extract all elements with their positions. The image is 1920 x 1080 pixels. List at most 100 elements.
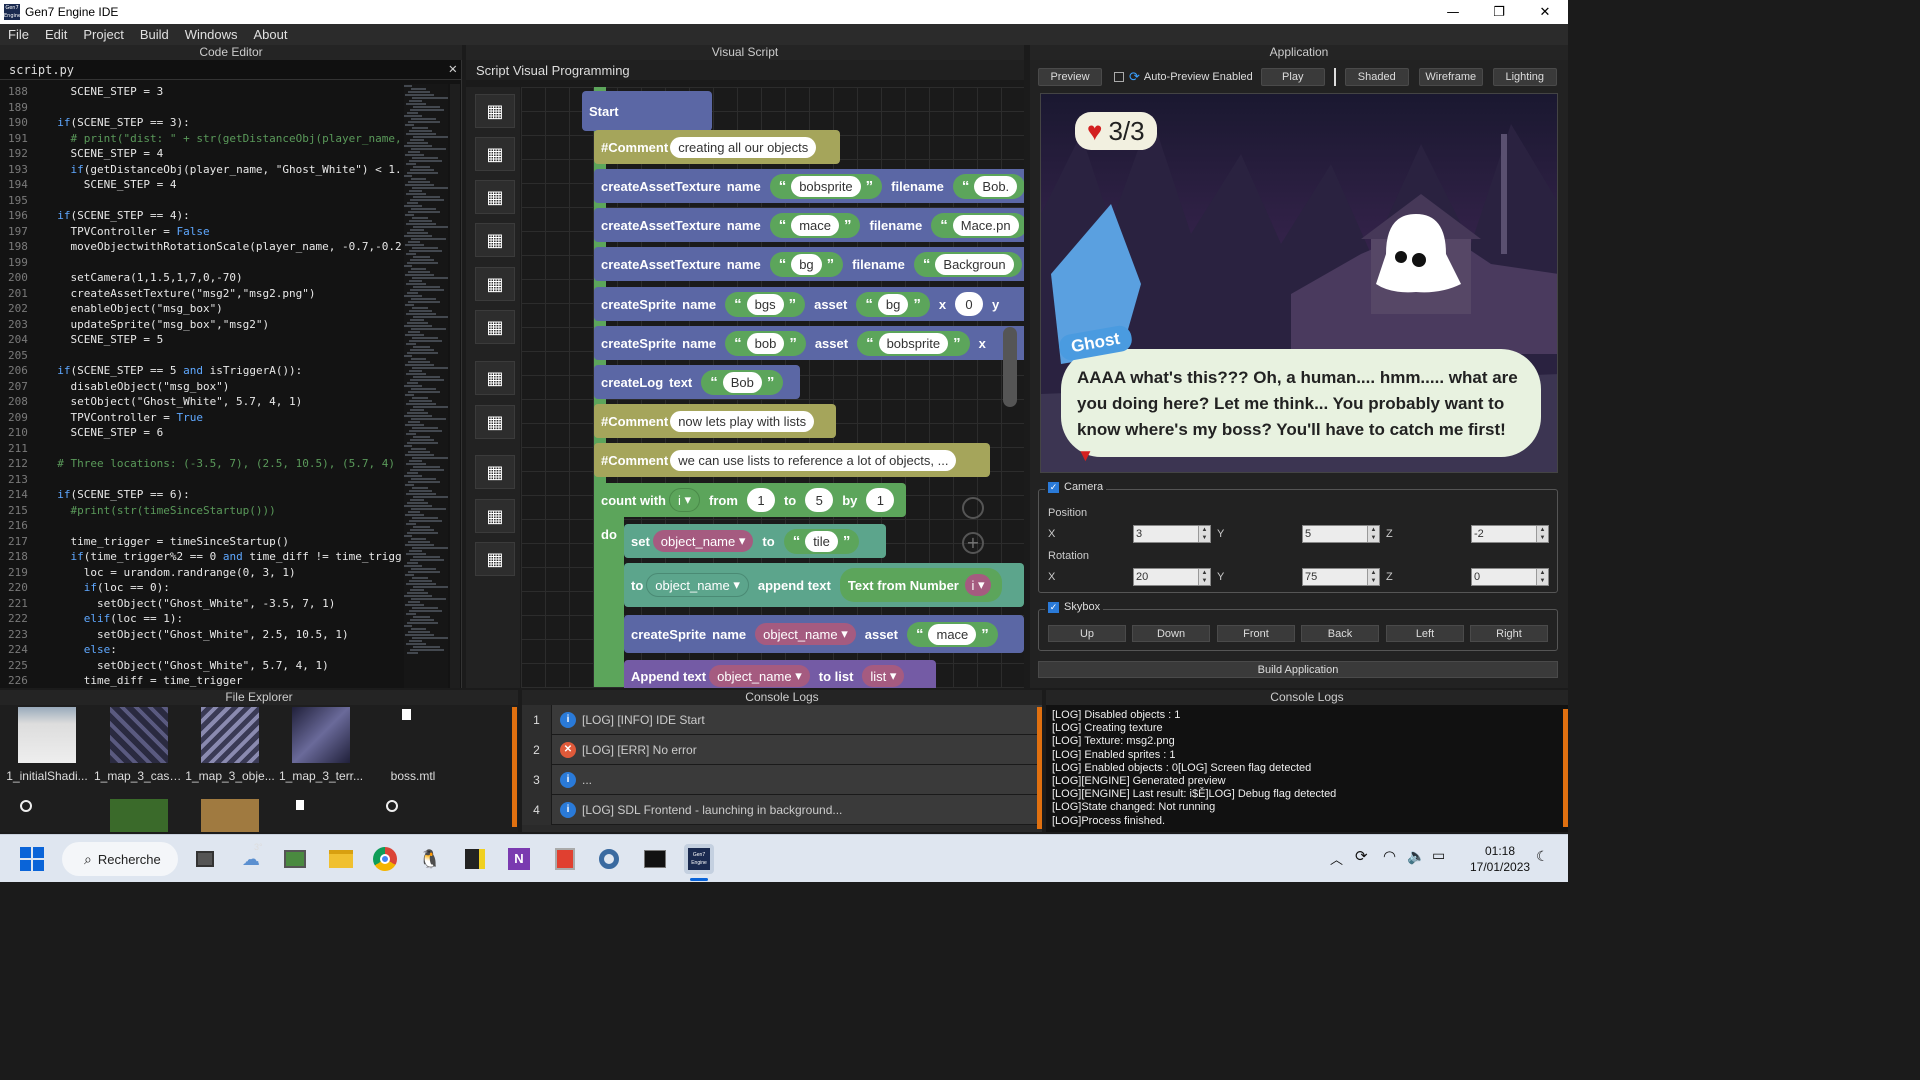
rotation-y-input[interactable]: 75 ▲ ▼	[1302, 568, 1380, 586]
task-view-icon[interactable]	[190, 844, 220, 874]
file-explorer-scrollbar[interactable]	[512, 707, 517, 827]
code-line[interactable]: 197 TPVController = False	[0, 224, 402, 240]
palette-grid-icon[interactable]: ▦	[475, 499, 515, 533]
notes-icon[interactable]	[460, 844, 490, 874]
file-item[interactable]: 1_map_3_obje...	[185, 705, 275, 783]
code-line[interactable]: 205	[0, 348, 402, 364]
taskbar-search[interactable]: ⌕ Recherche	[62, 842, 178, 876]
weather-icon[interactable]: ☁ 3°	[236, 842, 266, 874]
number-input[interactable]: 0	[955, 292, 984, 316]
skybox-up-button[interactable]: Up	[1048, 625, 1126, 642]
string-block[interactable]: “bobsprite”	[769, 173, 883, 199]
code-line[interactable]: 202 enableObject("msg_box")	[0, 301, 402, 317]
code-line[interactable]: 199	[0, 255, 402, 271]
code-line[interactable]: 210 SCENE_STEP = 6	[0, 425, 402, 441]
string-block[interactable]: “Mace.pn	[931, 212, 1024, 238]
close-window-button[interactable]: ✕	[1522, 0, 1568, 24]
position-x-input[interactable]: 3 ▲ ▼	[1133, 525, 1211, 543]
palette-grid-icon[interactable]: ▦	[475, 94, 515, 128]
menu-edit[interactable]: Edit	[37, 27, 75, 42]
code-line[interactable]: 221 setObject("Ghost_White", -3.5, 7, 1)	[0, 596, 402, 612]
code-line[interactable]: 196 if(SCENE_STEP == 4):	[0, 208, 402, 224]
file-item[interactable]: boss.mtl	[368, 705, 458, 783]
settings-icon[interactable]	[594, 844, 624, 874]
console-scrollbar[interactable]	[1037, 707, 1042, 829]
code-line[interactable]: 198 moveObjectwithRotationScale(player_n…	[0, 239, 402, 255]
code-area[interactable]: 188 SCENE_STEP = 3 189 190 if(SCENE_STEP =…	[0, 84, 402, 688]
code-line[interactable]: 212 # Three locations: (-3.5, 7), (2.5, …	[0, 456, 402, 472]
code-line[interactable]: 222 elif(loc == 1):	[0, 611, 402, 627]
string-block[interactable]: “mace”	[906, 621, 998, 647]
comment-text[interactable]: now lets play with lists	[670, 410, 815, 432]
append-text-block[interactable]: to object_name ▾ append text Text from N…	[624, 563, 1024, 607]
code-line[interactable]: 211	[0, 441, 402, 457]
skybox-left-button[interactable]: Left	[1386, 625, 1464, 642]
string-block[interactable]: “mace”	[769, 212, 861, 238]
variable-dropdown[interactable]: i ▾	[669, 488, 701, 512]
create-log-block[interactable]: createLog text “Bob”	[594, 365, 800, 399]
code-line[interactable]: 201 createAssetTexture("msg2","msg2.png"…	[0, 286, 402, 302]
append-to-list-block[interactable]: Append text object_name ▾ to list list ▾	[624, 660, 936, 688]
battery-icon[interactable]: ▭	[1432, 847, 1445, 864]
code-line[interactable]: 215 #print(str(timeSinceStartup()))	[0, 503, 402, 519]
code-line[interactable]: 188 SCENE_STEP = 3	[0, 84, 402, 100]
file-item[interactable]: 1_initialShadi...	[2, 705, 92, 783]
clock[interactable]: 01:18 17/01/2023	[1470, 843, 1530, 875]
restore-button[interactable]: ❐	[1476, 0, 1522, 24]
position-y-input[interactable]: 5 ▲ ▼	[1302, 525, 1380, 543]
text-from-number-block[interactable]: Text from Number i ▾	[839, 568, 1002, 602]
code-line[interactable]: 224 else:	[0, 642, 402, 658]
code-line[interactable]: 200 setCamera(1,1.5,1,7,0,-70)	[0, 270, 402, 286]
create-asset-block[interactable]: createAssetTexture name “bobsprite” filen…	[594, 169, 1024, 203]
log-row[interactable]: 2 ✕ [LOG] [ERR] No error	[522, 734, 1042, 765]
volume-icon[interactable]: 🔈	[1407, 847, 1426, 865]
log-row[interactable]: 1 i [LOG] [INFO] IDE Start	[522, 705, 1042, 735]
rotation-x-input[interactable]: 20 ▲ ▼	[1133, 568, 1211, 586]
editor-tab[interactable]: script.py ✕	[0, 60, 461, 80]
camera-checkbox[interactable]: ✓	[1048, 481, 1059, 493]
terminal-icon[interactable]	[640, 844, 670, 874]
palette-grid-icon[interactable]: ▦	[475, 542, 515, 576]
comment-text[interactable]: creating all our objects	[670, 136, 817, 158]
skybox-checkbox[interactable]: ✓	[1048, 601, 1059, 613]
shaded-button[interactable]: Shaded	[1344, 68, 1409, 86]
game-preview[interactable]: ♥ 3/3 AAAA what's this??? Oh, a human....…	[1040, 93, 1558, 473]
code-line[interactable]: 219 loc = urandom.randrange(0, 3, 1)	[0, 565, 402, 581]
palette-grid-icon[interactable]: ▦	[475, 310, 515, 344]
file-explorer-icon[interactable]	[326, 844, 356, 874]
create-sprite-block[interactable]: createSprite name object_name ▾ asset “ma…	[624, 615, 1024, 653]
code-line[interactable]: 194 SCENE_STEP = 4	[0, 177, 402, 193]
code-line[interactable]: 204 SCENE_STEP = 5	[0, 332, 402, 348]
code-line[interactable]: 189	[0, 100, 402, 116]
string-block[interactable]: “bgs”	[725, 291, 806, 317]
string-block[interactable]: “bob”	[725, 330, 806, 356]
log-row[interactable]: 3 i...	[522, 764, 1042, 795]
code-line[interactable]: 203 updateSprite("msg_box","msg2")	[0, 317, 402, 333]
wifi-icon[interactable]: ◠	[1383, 847, 1396, 865]
count-with-block[interactable]: count with i ▾ from 1 to 5 by 1	[594, 483, 906, 517]
code-line[interactable]: 193 if(getDistanceObj(player_name, "Ghos…	[0, 162, 402, 178]
build-application-button[interactable]: Build Application	[1038, 661, 1558, 678]
comment-block[interactable]: #Comment now lets play with lists	[594, 404, 836, 438]
code-minimap[interactable]	[404, 84, 448, 688]
variable-dropdown[interactable]: list ▾	[862, 665, 905, 687]
create-asset-block[interactable]: createAssetTexture name “bg” filename “Ba…	[594, 247, 1024, 281]
palette-grid-icon[interactable]: ▦	[475, 405, 515, 439]
code-line[interactable]: 207 disableObject("msg_box")	[0, 379, 402, 395]
palette-grid-icon[interactable]: ▦	[475, 267, 515, 301]
code-line[interactable]: 226 time_diff = time_trigger	[0, 673, 402, 688]
gen7-engine-icon[interactable]: Gen7 Engine	[684, 844, 714, 874]
create-sprite-block[interactable]: createSprite name “bob” asset “bobsprite”…	[594, 326, 1024, 360]
auto-preview-checkbox[interactable]	[1114, 72, 1124, 82]
zoom-in-icon[interactable]: +	[962, 532, 984, 554]
file-item[interactable]: 1_map_3_castl...	[94, 705, 184, 783]
skybox-right-button[interactable]: Right	[1470, 625, 1548, 642]
canvas-scrollbar[interactable]	[1003, 327, 1017, 407]
code-line[interactable]: 214 if(SCENE_STEP == 6):	[0, 487, 402, 503]
code-line[interactable]: 218 if(time_trigger%2 == 0 and time_diff…	[0, 549, 402, 565]
log-row[interactable]: 4 i [LOG] SDL Frontend - launching in back…	[522, 794, 1042, 825]
position-z-input[interactable]: -2 ▲ ▼	[1471, 525, 1549, 543]
code-line[interactable]: 223 setObject("Ghost_White", 2.5, 10.5, …	[0, 627, 402, 643]
palette-grid-icon[interactable]: ▦	[475, 455, 515, 489]
moon-icon[interactable]: ☾	[1536, 848, 1549, 865]
